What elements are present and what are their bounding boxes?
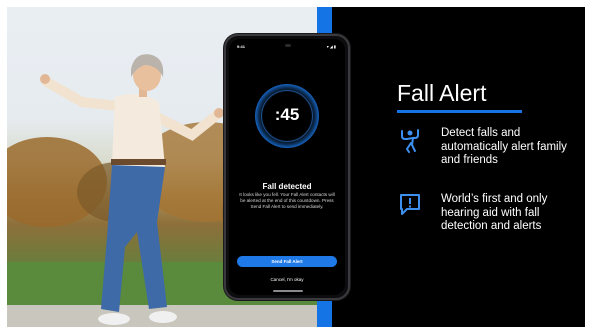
alert-body: It looks like you fell. Your Fall Alert …	[239, 192, 335, 209]
camera-notch	[285, 44, 291, 47]
exclamation-alert-icon	[399, 193, 421, 217]
countdown-ring: :45	[255, 84, 319, 148]
title-underline	[397, 110, 522, 113]
alert-title: Fall detected	[262, 182, 312, 191]
falling-person-icon	[399, 127, 421, 153]
status-icons: ▾◢▮	[326, 44, 337, 49]
send-fall-alert-button[interactable]: Send Fall Alert	[237, 256, 337, 267]
page-title: Fall Alert	[397, 80, 487, 106]
slide: 9:41 ▾◢▮ :45 Fall detected It looks like…	[7, 7, 585, 327]
status-time: 9:41	[237, 44, 246, 49]
phone-mockup: 9:41 ▾◢▮ :45 Fall detected It looks like…	[224, 34, 350, 300]
countdown-timer: :45	[274, 105, 300, 124]
cancel-button[interactable]: Cancel, I'm okay	[229, 277, 345, 282]
feature-text: Detect falls and automatically alert fam…	[441, 127, 567, 166]
feature-text: World’s first and only hearing aid with …	[441, 193, 548, 232]
phone-screen: 9:41 ▾◢▮ :45 Fall detected It looks like…	[229, 39, 345, 295]
home-indicator	[273, 290, 303, 292]
